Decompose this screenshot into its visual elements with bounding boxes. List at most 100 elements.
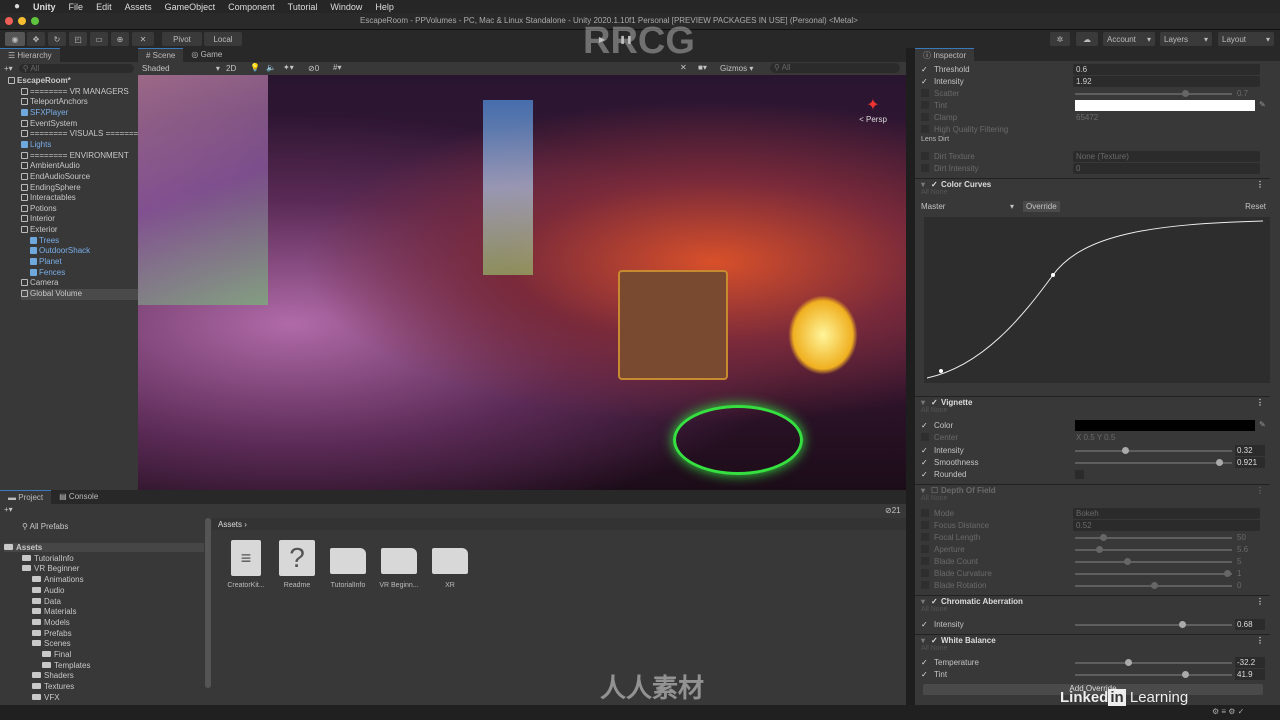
menu-window[interactable]: Window [330,2,362,12]
override-checkbox[interactable] [921,433,929,441]
local-toggle[interactable]: Local [204,32,242,46]
project-folder[interactable]: Prefabs [32,629,72,638]
zoom-window-button[interactable] [31,17,39,25]
foldout-arrow-icon[interactable]: ▾ [921,636,925,645]
project-folder[interactable]: Animations [32,575,84,584]
rotate-tool-icon[interactable]: ↻ [48,32,66,46]
override-checkbox[interactable] [921,509,929,517]
grid-toggle-icon[interactable]: #▾ [333,63,341,72]
override-checkbox[interactable] [921,521,929,529]
menu-assets[interactable]: Assets [125,2,152,12]
slider-track[interactable] [1075,570,1232,577]
cloud-icon[interactable]: ☁ [1076,32,1098,46]
project-folder[interactable]: Models [32,618,70,627]
hierarchy-item[interactable]: ======== ENVIRONMENT [21,151,129,162]
hierarchy-item[interactable]: Exterior [21,225,58,236]
slider-value-field[interactable]: 5 [1235,556,1265,567]
slider-track[interactable] [1075,558,1232,565]
slider-track[interactable] [1075,582,1232,589]
create-button[interactable]: +▾ [4,64,13,73]
override-checkbox[interactable] [921,545,929,553]
asset-item[interactable]: ≡ CreatorKit... [224,540,268,589]
pivot-toggle[interactable]: Pivot [162,32,202,46]
slider-value-field[interactable]: 5.6 [1235,544,1265,555]
slider-handle[interactable] [1181,671,1189,678]
tab-hierarchy[interactable]: ☰ Hierarchy [0,48,60,62]
override-checkbox[interactable] [921,533,929,541]
project-create-button[interactable]: +▾ [4,505,13,514]
hidden-objects-toggle[interactable]: ⊘0 [308,64,319,73]
project-folder[interactable]: Final [42,650,71,659]
foldout-arrow-icon[interactable]: ▾ [921,597,925,606]
slider-track[interactable] [1075,534,1232,541]
2d-toggle[interactable]: 2D [226,64,236,73]
eyedropper-icon[interactable]: ✎ [1259,100,1266,109]
override-checkbox[interactable]: ✓ [921,446,929,455]
asset-item[interactable]: VR Beginn... [377,540,421,589]
property-field[interactable] [1073,520,1260,531]
audio-toggle-icon[interactable]: 🔈 [266,63,276,72]
collab-icon[interactable]: ✲ [1050,32,1070,46]
slider-handle[interactable] [1224,570,1232,577]
hierarchy-item[interactable]: ======== VISUALS ======== [21,129,143,140]
override-checkbox[interactable] [921,113,929,121]
hierarchy-item[interactable]: Interactables [21,193,76,204]
property-field[interactable] [1073,76,1260,87]
hierarchy-item[interactable]: SFXPlayer [21,108,68,119]
slider-track[interactable] [1075,671,1232,678]
reset-button[interactable]: Reset [1245,202,1266,211]
slider-track[interactable] [1075,90,1232,97]
property-value[interactable]: X 0.5 Y 0.5 [1076,433,1115,442]
layout-dropdown[interactable]: Layout ▾ [1218,32,1274,46]
hierarchy-item[interactable]: Trees [30,236,59,247]
slider-value-field[interactable]: 41.9 [1235,669,1265,680]
tab-project[interactable]: ▬ Project [0,490,52,504]
hierarchy-item[interactable]: Global Volume [21,289,142,300]
apple-icon[interactable]: ● [14,1,20,12]
property-field[interactable] [1073,508,1260,519]
slider-handle[interactable] [1125,659,1133,666]
hierarchy-search[interactable]: ⚲ All [18,63,134,73]
menu-help[interactable]: Help [375,2,394,12]
slider-value-field[interactable]: 0.68 [1235,619,1265,630]
account-dropdown[interactable]: Account ▾ [1103,32,1155,46]
tab-scene[interactable]: # Scene [138,48,184,62]
hierarchy-item[interactable]: Planet [30,257,62,268]
rect-tool-icon[interactable]: ▭ [90,32,108,46]
menu-edit[interactable]: Edit [96,2,112,12]
hierarchy-item[interactable]: Interior [21,214,55,225]
project-folder[interactable]: TutorialInfo [22,554,74,563]
move-tool-icon[interactable]: ✥ [27,32,45,46]
project-folder[interactable]: VFX [32,693,60,702]
slider-value-field[interactable]: -32.2 [1235,657,1265,668]
slider-value-field[interactable]: 0.921 [1235,457,1265,468]
all-none-toggle[interactable]: All None [915,495,1270,507]
layers-dropdown[interactable]: Layers ▾ [1160,32,1212,46]
menu-component[interactable]: Component [228,2,275,12]
section-enable-checkbox[interactable]: ✓ [931,636,938,645]
menu-tutorial[interactable]: Tutorial [288,2,318,12]
asset-item[interactable]: TutorialInfo [326,540,370,589]
tools-icon[interactable]: ✕ [680,63,687,72]
custom-tool-icon[interactable]: ✕ [132,32,154,46]
hierarchy-item[interactable]: EventSystem [21,119,77,130]
menu-gameobject[interactable]: GameObject [165,2,216,12]
override-checkbox[interactable]: ✓ [921,658,929,667]
asset-item[interactable]: ? Readme [275,540,319,589]
curve-key[interactable] [1051,273,1055,277]
slider-handle[interactable] [1100,534,1108,541]
lighting-toggle-icon[interactable]: 💡 [250,63,260,72]
project-folder[interactable]: Assets [4,543,204,552]
override-checkbox[interactable] [921,89,929,97]
scene-gizmo[interactable]: ✦ < Persp [848,95,898,135]
color-curve-graph[interactable] [923,216,1271,384]
override-checkbox[interactable] [921,557,929,565]
more-menu-icon[interactable]: ⋮ [1256,636,1264,645]
shading-mode-dropdown[interactable]: Shaded ▾ [142,64,220,73]
property-field[interactable] [1073,163,1260,174]
status-icons[interactable]: ⚙ ≡ ⚙ ✓ [1212,707,1244,716]
asset-item[interactable]: XR [428,540,472,589]
project-folder[interactable]: Textures [32,682,74,691]
section-enable-checkbox[interactable]: ✓ [931,180,938,189]
gizmos-dropdown[interactable]: Gizmos ▾ [720,64,753,73]
